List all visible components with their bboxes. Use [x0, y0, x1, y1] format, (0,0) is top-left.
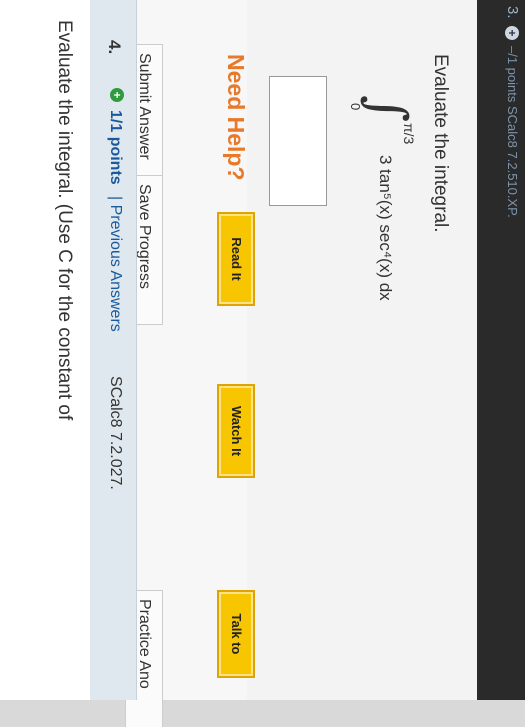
- question-4: 4. + 1/1 points | Previous Answers SCalc…: [0, 0, 137, 700]
- question-number: 4.: [105, 40, 124, 55]
- talk-to-tutor-button[interactable]: Talk to: [217, 590, 255, 678]
- points-and-source: –/1 points SCalc8 7.2.510.XP.: [505, 46, 520, 218]
- question-3-body: Evaluate the integral. ∫ π/3 0 3 tan⁵(x)…: [82, 0, 477, 727]
- question-3-header: 3. + –/1 points SCalc8 7.2.510.XP.: [477, 0, 525, 700]
- plus-circle-icon: +: [110, 88, 124, 102]
- question-prompt: Evaluate the integral. (Use C for the co…: [54, 20, 75, 421]
- integrand: 3 tan⁵(x) sec⁴(x) dx: [376, 155, 395, 301]
- upper-limit: π/3: [401, 123, 417, 145]
- answer-input[interactable]: [269, 76, 327, 206]
- read-it-button[interactable]: Read It: [217, 212, 255, 306]
- points-link[interactable]: 1/1 points: [106, 110, 124, 185]
- points-badge-icon: +: [505, 26, 519, 40]
- watch-it-button[interactable]: Watch It: [217, 384, 255, 478]
- previous-answers-link[interactable]: | Previous Answers: [106, 196, 124, 332]
- question-4-header: 4. + 1/1 points | Previous Answers SCalc…: [90, 0, 137, 700]
- lower-limit: 0: [348, 103, 363, 111]
- integral-sign-icon: ∫: [357, 95, 417, 123]
- question-source: SCalc8 7.2.027.: [107, 376, 124, 490]
- page: 3. + –/1 points SCalc8 7.2.510.XP. Evalu…: [0, 0, 525, 727]
- question-prompt: Evaluate the integral.: [430, 54, 451, 233]
- question-number: 3.: [504, 6, 521, 19]
- integral-expression: ∫ π/3 0 3 tan⁵(x) sec⁴(x) dx: [347, 95, 417, 395]
- need-help-label: Need Help?: [223, 54, 249, 181]
